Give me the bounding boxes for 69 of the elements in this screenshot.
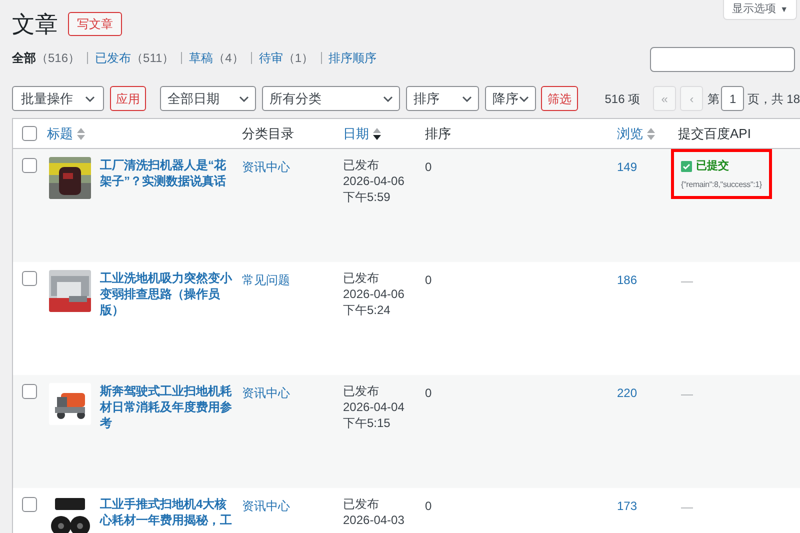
- post-title-link[interactable]: 工业洗地机吸力突然变小变弱排查思路（操作员版）: [100, 270, 234, 318]
- post-status: 已发布: [343, 496, 380, 512]
- filter-select[interactable]: 全部日期: [160, 86, 256, 111]
- column-header: 分类目录: [242, 124, 294, 143]
- order-value: 0: [425, 499, 432, 513]
- views-count[interactable]: 149: [617, 160, 638, 174]
- category-link[interactable]: 资讯中心: [242, 499, 290, 513]
- status-filter-link[interactable]: 已发布（511）: [95, 49, 174, 67]
- post-status: 已发布: [343, 270, 380, 286]
- check-icon: [681, 160, 692, 172]
- add-new-button[interactable]: 写文章: [68, 12, 122, 36]
- column-sort-link[interactable]: 日期: [343, 124, 369, 144]
- apply-button[interactable]: 应用: [110, 86, 146, 111]
- checkbox[interactable]: [22, 158, 37, 173]
- post-time: 下午5:59: [343, 189, 392, 205]
- empty-value: —: [681, 274, 693, 288]
- views-count[interactable]: 220: [617, 386, 638, 400]
- status-filter-link[interactable]: 全部（516）: [12, 49, 80, 67]
- total-pages-text: 页，共 18: [747, 90, 800, 108]
- empty-value: —: [681, 500, 693, 514]
- post-title-link[interactable]: 工厂清洗扫机器人是“花架子”？实测数据说真话: [100, 157, 234, 199]
- screen-options-button[interactable]: 显示选项 ▼: [723, 0, 797, 20]
- column-header: 提交百度API: [678, 124, 751, 143]
- empty-value: —: [681, 387, 693, 401]
- column-sort-link[interactable]: 标题: [47, 124, 73, 144]
- chevron-down-icon: [383, 96, 394, 102]
- checkbox[interactable]: [22, 384, 37, 399]
- order-value: 0: [425, 160, 432, 174]
- post-time: 下午5:24: [343, 302, 392, 318]
- filter-button[interactable]: 筛选: [541, 86, 578, 111]
- filter-select[interactable]: 所有分类: [262, 86, 400, 111]
- column-header: 排序: [425, 124, 451, 143]
- filter-select[interactable]: 降序: [485, 86, 536, 111]
- views-count[interactable]: 186: [617, 273, 638, 287]
- post-date: 2026-04-04: [343, 399, 406, 415]
- status-filter-link[interactable]: 待审（1）: [258, 49, 314, 67]
- chevron-down-icon: [462, 96, 472, 102]
- filter-select[interactable]: 排序: [406, 86, 480, 111]
- post-date: 2026-04-06: [343, 173, 406, 189]
- chevron-down-icon: [519, 96, 530, 102]
- order-value: 0: [425, 273, 432, 287]
- post-date: 2026-04-03: [343, 512, 406, 528]
- submitted-status: 已提交: [696, 158, 729, 174]
- post-date: 2026-04-06: [343, 286, 406, 302]
- page-label: 第: [707, 90, 720, 108]
- post-title-link[interactable]: 斯奔驾驶式工业扫地机耗材日常消耗及年度费用参考: [100, 383, 234, 431]
- checkbox[interactable]: [22, 497, 37, 512]
- page-title: 文章: [12, 12, 58, 36]
- post-status: 已发布: [343, 157, 380, 173]
- items-count: 516 项: [604, 90, 640, 108]
- bulk-actions-select[interactable]: 批量操作: [12, 86, 104, 111]
- post-title-link[interactable]: 工业手推式扫地机4大核心耗材一年费用揭秘，工: [100, 496, 234, 533]
- chevron-down-icon: [84, 96, 95, 102]
- current-page-field[interactable]: 1: [721, 86, 744, 111]
- category-link[interactable]: 资讯中心: [242, 160, 290, 174]
- column-sort-link[interactable]: 浏览: [617, 124, 643, 144]
- checkbox[interactable]: [22, 271, 37, 286]
- search-field[interactable]: [650, 47, 795, 72]
- checkbox[interactable]: [22, 126, 37, 141]
- category-link[interactable]: 常见问题: [242, 273, 290, 287]
- post-status: 已发布: [343, 383, 380, 399]
- order-value: 0: [425, 386, 432, 400]
- status-filter-link[interactable]: 排序顺序: [328, 49, 377, 67]
- post-time: 下午5:15: [343, 415, 392, 431]
- api-response-text: {"remain":8,"success":1}: [681, 178, 763, 190]
- chevron-down-icon: [239, 96, 250, 102]
- status-filter-link[interactable]: 草稿（4）: [189, 49, 244, 67]
- category-link[interactable]: 资讯中心: [242, 386, 290, 400]
- views-count[interactable]: 173: [617, 499, 638, 513]
